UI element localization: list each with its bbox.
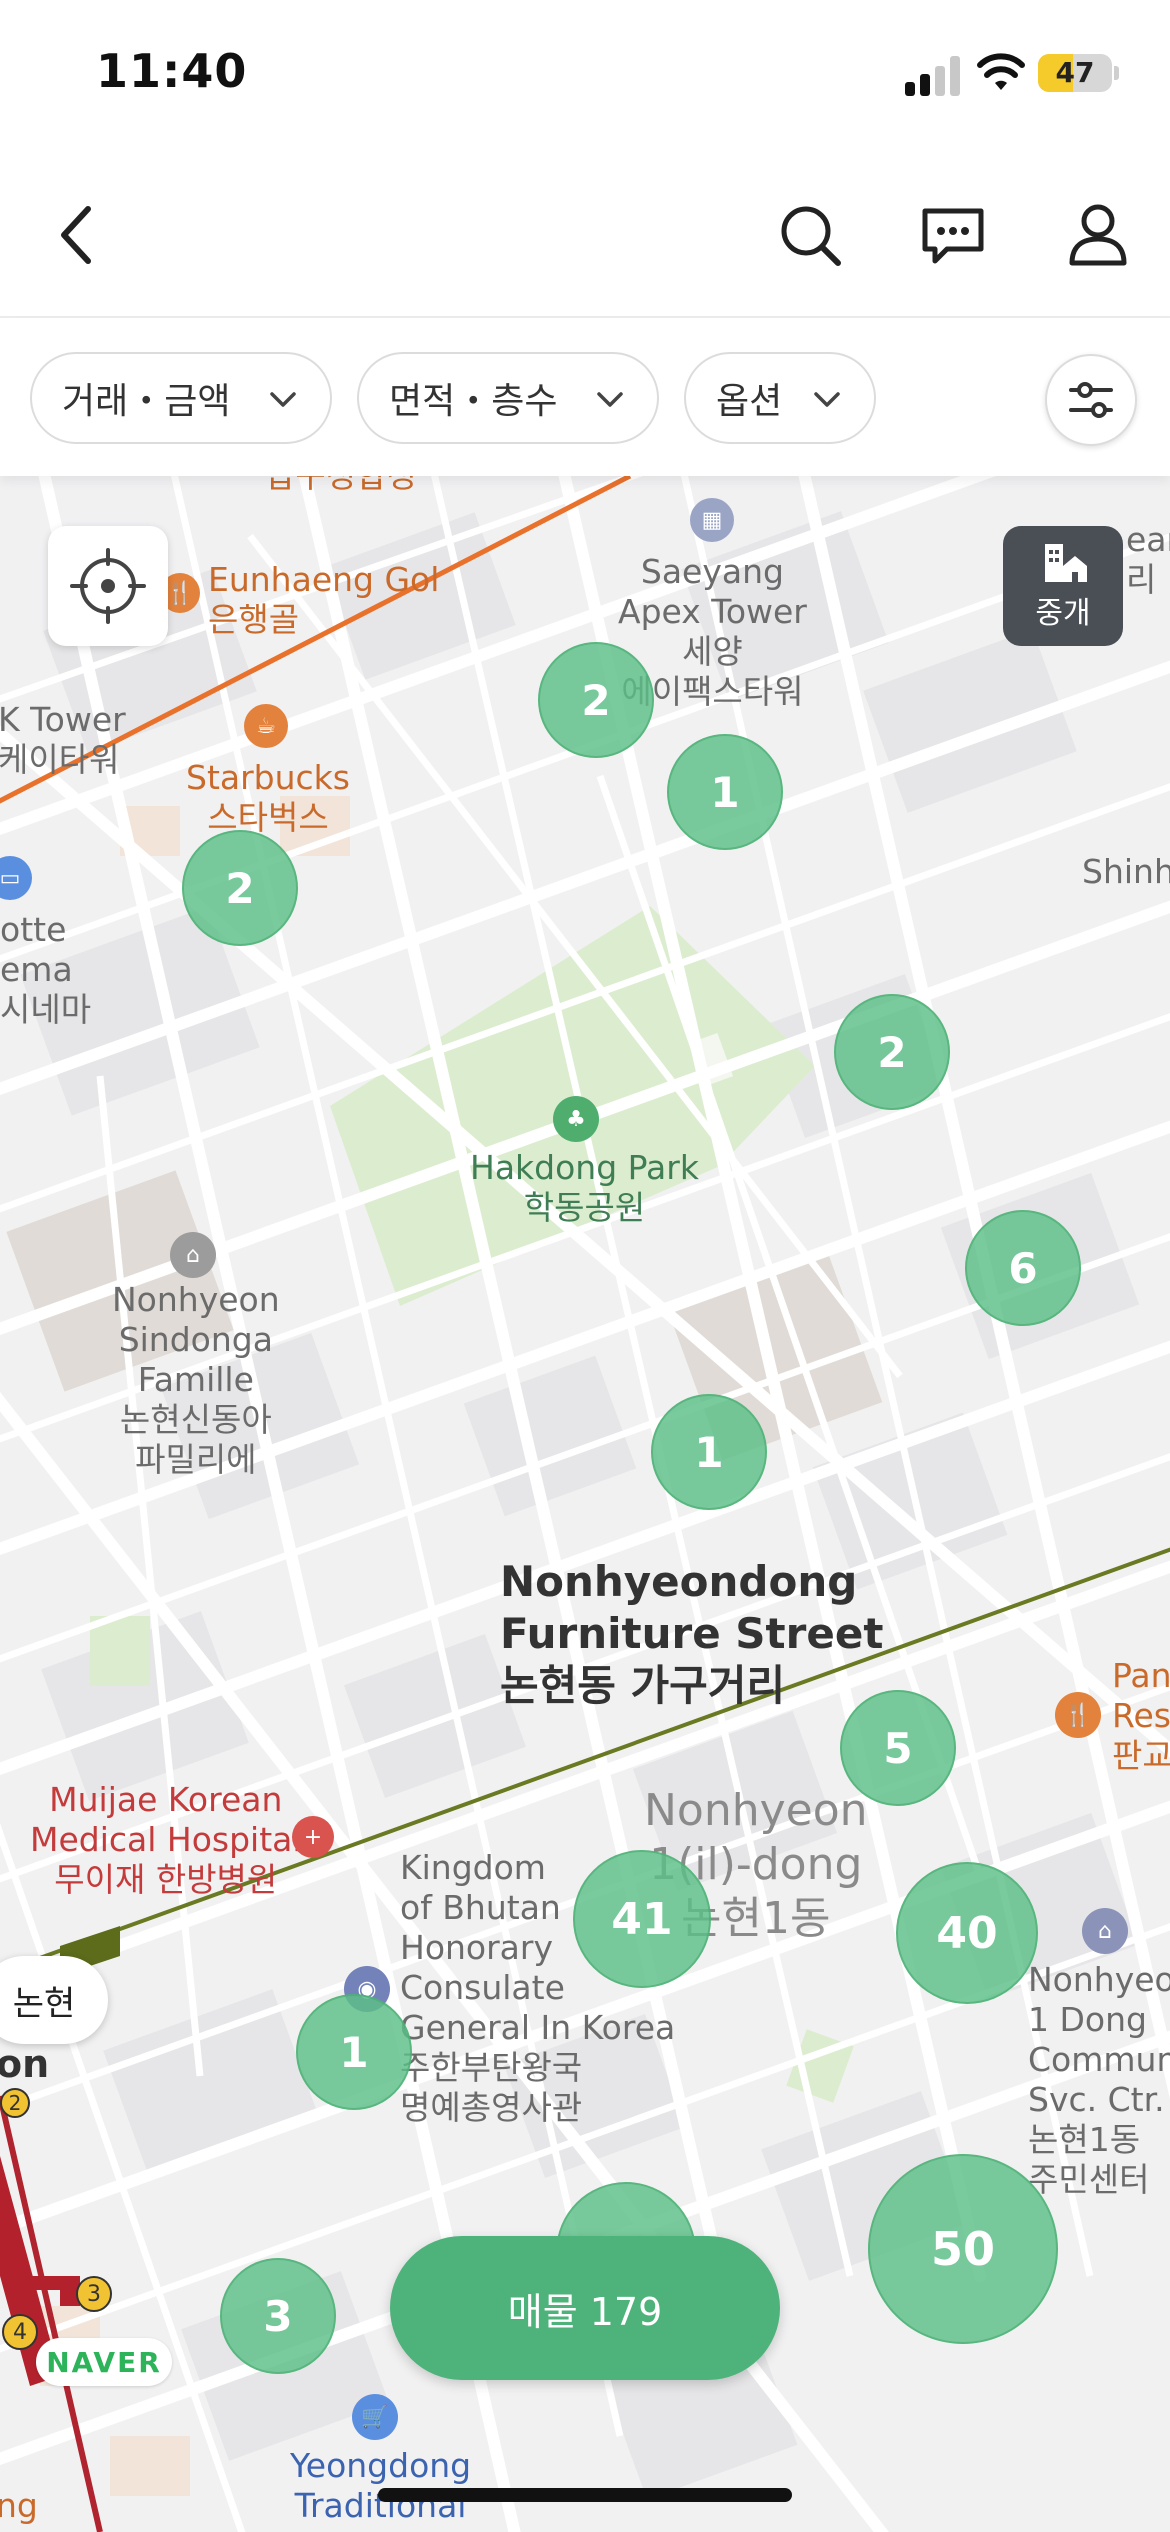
- map-view[interactable]: 압구정합정 🍴 Eunhaeng Gol은행골 ▦ SaeyangApex To…: [0, 476, 1170, 2532]
- cellular-signal-icon: [905, 56, 961, 96]
- map-label: on: [0, 2042, 50, 2086]
- filter-settings-button[interactable]: [1045, 354, 1137, 446]
- listing-count-button[interactable]: 매물 179: [390, 2236, 780, 2380]
- map-label: Shinh: [1082, 852, 1170, 891]
- status-time: 11:40: [96, 44, 248, 98]
- listing-cluster[interactable]: 41: [573, 1850, 711, 1988]
- filter-chip-deal-price[interactable]: 거래・금액: [30, 352, 332, 444]
- chevron-down-icon: [270, 392, 296, 407]
- crosshair-icon: [70, 548, 146, 624]
- government-pin-icon: ⌂: [1082, 1908, 1128, 1954]
- map-label: Nonhyeon1 DongCommunitSvc. Ctr.논현1동주민센터: [1028, 1960, 1170, 2199]
- current-location-button[interactable]: [48, 526, 168, 646]
- map-label: Yeongdong Traditional: [290, 2446, 472, 2525]
- battery-icon: 47: [1038, 54, 1112, 92]
- naver-logo: NAVER: [36, 2338, 172, 2386]
- market-pin-icon: 🛒: [352, 2394, 398, 2440]
- filter-chip-options[interactable]: 옵션: [684, 352, 876, 444]
- status-bar: 11:40 47: [0, 0, 1170, 150]
- map-label: Nonhyeondong Furniture Street 논현동 가구거리: [500, 1557, 884, 1710]
- building-pin-icon: ▦: [690, 498, 734, 542]
- filter-bar: 거래・금액 면적・층수 옵션: [0, 318, 1170, 476]
- listing-cluster[interactable]: 1: [651, 1394, 767, 1510]
- office-building-icon: [1045, 544, 1087, 582]
- map-label: K Tower 케이타워: [0, 700, 126, 779]
- chat-icon[interactable]: [913, 195, 993, 275]
- listing-cluster[interactable]: 6: [965, 1210, 1081, 1326]
- map-label: otte ema 시네마: [0, 910, 92, 1029]
- subway-line-badge: 3: [76, 2276, 112, 2312]
- cafe-pin-icon: ☕: [244, 704, 288, 748]
- back-arrow-icon[interactable]: [38, 195, 118, 275]
- subway-station-label[interactable]: 논현: [0, 1956, 108, 2044]
- map-label: Pan Res 판교: [1112, 1656, 1170, 1775]
- map-label: 압구정합정: [265, 476, 417, 496]
- filter-chip-label: 옵션: [716, 381, 783, 422]
- user-icon[interactable]: [1058, 195, 1138, 275]
- listing-cluster[interactable]: 5: [840, 1690, 956, 1806]
- listing-cluster[interactable]: 2: [834, 994, 950, 1110]
- listing-cluster[interactable]: 3: [220, 2258, 336, 2374]
- broker-button[interactable]: 중개: [1003, 526, 1123, 646]
- map-label: Eunhaeng Gol 은행골: [208, 560, 440, 639]
- hospital-pin-icon: +: [292, 1816, 334, 1858]
- battery-tip: [1114, 66, 1119, 80]
- listing-cluster[interactable]: 1: [296, 1994, 412, 2110]
- broker-label: 중개: [1035, 596, 1091, 631]
- top-nav-bar: [0, 150, 1170, 318]
- park-pin-icon: ♣: [553, 1096, 599, 1142]
- listing-cluster[interactable]: 2: [182, 830, 298, 946]
- subway-line-badge: 4: [2, 2314, 38, 2350]
- sliders-icon: [1069, 382, 1113, 418]
- listing-cluster[interactable]: 1: [667, 734, 783, 850]
- listing-cluster[interactable]: 40: [896, 1862, 1038, 2004]
- map-label: Nonhyeon Sindonga Famille 논현신동아 파밀리에: [112, 1280, 280, 1479]
- filter-chip-label: 거래・금액: [62, 381, 231, 422]
- map-label: Muijae Korean Medical Hospital 무이재 한방병원: [30, 1780, 302, 1899]
- restaurant-pin-icon: 🍴: [1055, 1692, 1101, 1738]
- wifi-icon: [977, 53, 1025, 90]
- map-label: Hakdong Park 학동공원: [470, 1148, 699, 1227]
- map-label: ean리: [1126, 520, 1170, 599]
- map-label: Starbucks 스타벅스: [186, 758, 350, 837]
- subway-line-badge: 2: [0, 2088, 30, 2118]
- chevron-down-icon: [597, 392, 623, 407]
- map-label: ng: [0, 2486, 38, 2525]
- filter-chip-label: 면적・층수: [389, 381, 558, 422]
- listing-cluster[interactable]: 2: [538, 642, 654, 758]
- apartment-pin-icon: ⌂: [170, 1232, 216, 1278]
- search-icon[interactable]: [770, 195, 850, 275]
- home-indicator: [378, 2488, 792, 2502]
- battery-percent: 47: [1055, 56, 1095, 89]
- filter-chip-area-floor[interactable]: 면적・층수: [357, 352, 659, 444]
- chevron-down-icon: [814, 392, 840, 407]
- listing-cluster[interactable]: 50: [868, 2154, 1058, 2344]
